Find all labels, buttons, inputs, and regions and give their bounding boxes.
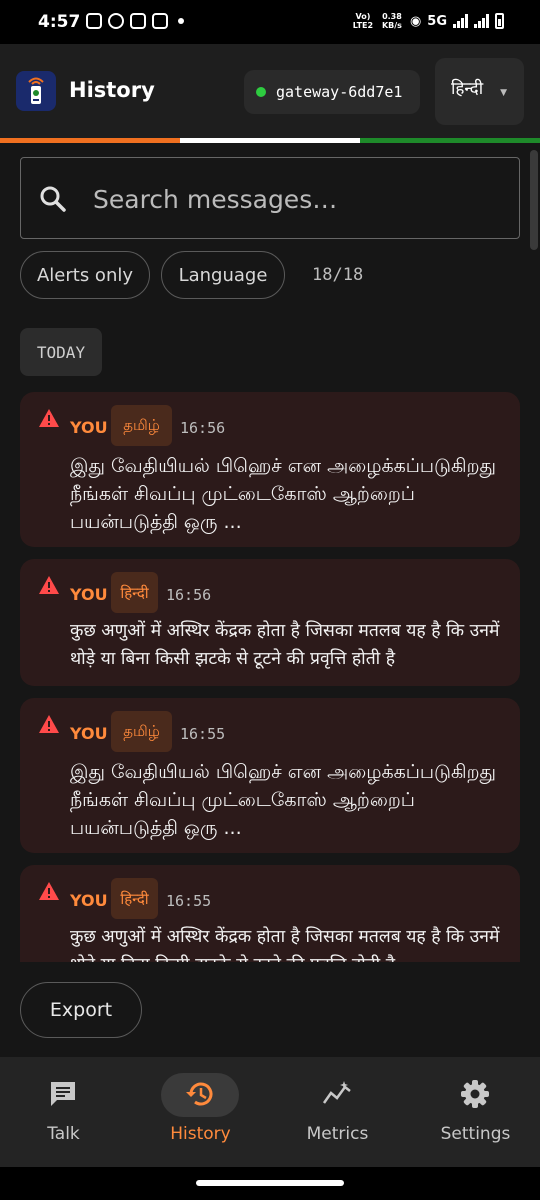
message-time: 16:55 — [166, 892, 212, 910]
language-badge-text: हिन्दी — [120, 583, 149, 602]
nav-item-settings[interactable]: Settings — [408, 1057, 540, 1167]
alerts-only-filter[interactable]: Alerts only — [20, 251, 150, 299]
home-gesture-bar[interactable] — [196, 1180, 344, 1186]
search-input[interactable] — [91, 178, 495, 220]
search-box[interactable] — [20, 157, 520, 239]
notification-icons — [86, 13, 184, 29]
network-speed: 0.38 KB/s — [381, 12, 402, 30]
message-text: कुछ अणुओं में अस्थिर केंद्रक होता है जिस… — [70, 927, 500, 962]
language-select[interactable]: हिन्दी ▼ — [435, 58, 524, 125]
photo-icon — [152, 13, 168, 29]
language-badge-text: தமிழ் — [123, 721, 160, 740]
page-title: History — [69, 78, 155, 102]
message-text: कुछ अणुओं में अस्थिर केंद्रक होता है जिस… — [70, 621, 500, 669]
more-notifications-icon — [178, 18, 184, 24]
language-badge-text: தமிழ் — [123, 415, 160, 434]
gesture-area — [0, 1167, 540, 1200]
message-time: 16:56 — [180, 419, 226, 437]
alerts-only-label: Alerts only — [36, 264, 134, 286]
sender-label: YOU — [70, 418, 108, 437]
section-header-today: TODAY — [20, 328, 102, 376]
export-label: Export — [49, 999, 113, 1021]
status-bar: 4:57 Vo) LTE2 0.38 KB/s ◉ 5G — [0, 0, 540, 44]
signal-icon — [453, 14, 468, 28]
language-badge: हिन्दी — [111, 572, 158, 613]
message-time: 16:55 — [180, 725, 226, 743]
instagram-icon — [86, 13, 102, 29]
message-list[interactable]: YOU தமிழ் 16:56 இது வேதியியல் பிஹெச் என … — [0, 390, 540, 962]
settings-gear-icon — [460, 1079, 490, 1113]
battery-icon — [495, 13, 504, 29]
chat-icon — [48, 1079, 78, 1113]
bottom-nav: Talk History Metrics Settings — [0, 1057, 540, 1167]
sender-label: YOU — [70, 585, 108, 604]
language-filter-label: Language — [178, 264, 268, 286]
app-bar: History gateway-6dd7e1 हिन्दी ▼ — [0, 44, 540, 138]
language-filter[interactable]: Language — [161, 251, 285, 299]
metrics-icon — [322, 1079, 352, 1113]
app-notification-icon — [108, 13, 124, 29]
nav-item-history[interactable]: History — [133, 1057, 268, 1167]
alert-icon — [38, 408, 60, 432]
scrollbar[interactable] — [530, 150, 538, 250]
export-button[interactable]: Export — [20, 982, 142, 1038]
sender-label: YOU — [70, 724, 108, 743]
message-card[interactable]: YOU हिन्दी 16:56 कुछ अणुओं में अस्थिर के… — [20, 559, 520, 686]
language-select-value: हिन्दी — [451, 79, 484, 99]
flag-white-segment — [180, 138, 360, 143]
message-count: 18/18 — [312, 265, 364, 285]
flag-saffron-segment — [0, 138, 180, 143]
app-logo-icon — [16, 71, 56, 111]
hotspot-icon: ◉ — [409, 13, 422, 29]
message-card[interactable]: YOU தமிழ் 16:56 இது வேதியியல் பிஹெச் என … — [20, 392, 520, 547]
flag-green-segment — [360, 138, 540, 143]
language-badge: हिन्दी — [111, 878, 158, 919]
gateway-chip[interactable]: gateway-6dd7e1 — [244, 70, 420, 114]
alert-icon — [38, 714, 60, 738]
nav-item-metrics[interactable]: Metrics — [270, 1057, 405, 1167]
message-card[interactable]: YOU हिन्दी 16:55 कुछ अणुओं में अस्थिर के… — [20, 865, 520, 962]
message-text: இது வேதியியல் பிஹெச் என அழைக்கப்படுகிறது… — [70, 761, 496, 839]
sender-label: YOU — [70, 891, 108, 910]
message-time: 16:56 — [166, 586, 212, 604]
gateway-label: gateway-6dd7e1 — [276, 83, 403, 101]
network-type: 5G — [427, 13, 447, 29]
caret-down-icon: ▼ — [500, 88, 507, 98]
signal-icon-2 — [474, 14, 489, 28]
link-icon — [130, 13, 146, 29]
alert-icon — [38, 881, 60, 905]
tricolor-bar — [0, 138, 540, 143]
language-badge: தமிழ் — [111, 711, 172, 752]
search-icon — [39, 185, 67, 217]
history-icon — [185, 1079, 215, 1113]
nav-label-history: History — [170, 1124, 231, 1144]
nav-label-talk: Talk — [47, 1124, 80, 1144]
alert-icon — [38, 575, 60, 599]
message-card[interactable]: YOU தமிழ் 16:55 இது வேதியியல் பிஹெச் என … — [20, 698, 520, 853]
message-text: இது வேதியியல் பிஹெச் என அழைக்கப்படுகிறது… — [70, 455, 496, 533]
nav-item-talk[interactable]: Talk — [0, 1057, 131, 1167]
status-time: 4:57 — [38, 12, 81, 32]
volte-label: Vo) LTE2 — [352, 12, 374, 30]
gateway-status-dot — [256, 87, 266, 97]
language-badge-text: हिन्दी — [120, 889, 149, 908]
nav-label-settings: Settings — [440, 1124, 511, 1144]
nav-label-metrics: Metrics — [306, 1124, 369, 1144]
system-icons: Vo) LTE2 0.38 KB/s ◉ 5G — [352, 12, 504, 30]
language-badge: தமிழ் — [111, 405, 172, 446]
section-label: TODAY — [36, 342, 86, 362]
